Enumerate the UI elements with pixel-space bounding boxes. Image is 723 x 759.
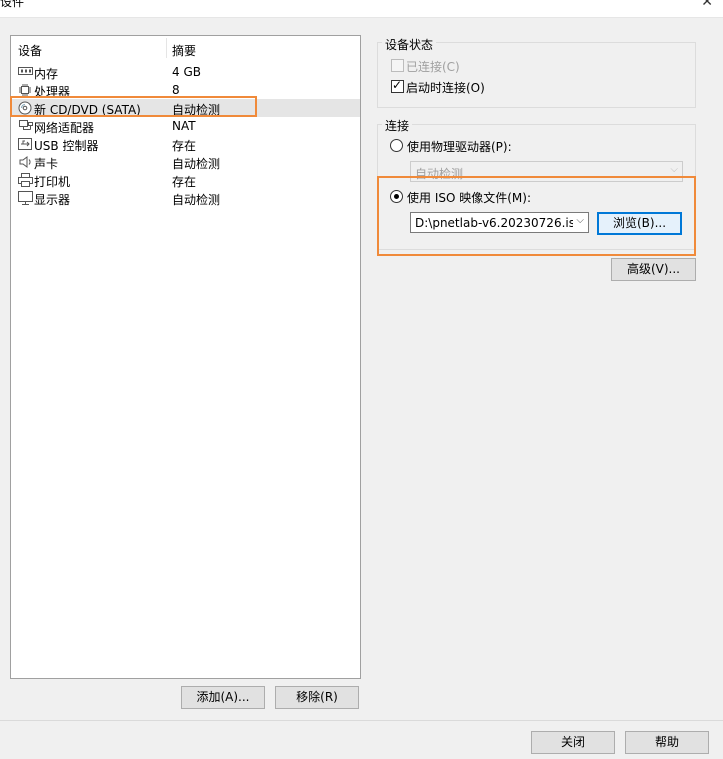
device-name: 打印机: [34, 175, 71, 189]
device-status-group-label: 设备状态: [382, 36, 437, 53]
device-summary: 8: [172, 83, 180, 97]
device-summary: 自动检测: [172, 193, 221, 207]
device-summary: 4 GB: [172, 65, 201, 79]
physical-drive-label: 使用物理驱动器(P):: [407, 140, 512, 154]
chevron-down-icon: ⌵: [670, 164, 678, 175]
device-name: 处理器: [34, 85, 71, 99]
device-name: 网络适配器: [34, 121, 95, 135]
device-row-memory[interactable]: 内存 4 GB: [11, 63, 360, 81]
add-device-button[interactable]: 添加(A)...: [181, 686, 265, 709]
device-name: 新 CD/DVD (SATA): [34, 103, 141, 117]
sound-card-icon: [17, 155, 33, 169]
network-adapter-icon: [17, 119, 33, 133]
device-row-network-adapter[interactable]: 网络适配器 NAT: [11, 117, 360, 135]
iso-image-label: 使用 ISO 映像文件(M):: [407, 191, 531, 205]
physical-drive-value: 自动检测: [415, 167, 464, 181]
help-button[interactable]: 帮助: [625, 731, 709, 754]
device-summary: NAT: [172, 119, 196, 133]
checkmark-icon: ✓: [392, 78, 403, 92]
device-summary: 自动检测: [172, 157, 221, 171]
memory-icon: [17, 65, 33, 79]
device-row-sound-card[interactable]: 声卡 自动检测: [11, 153, 360, 171]
device-summary: 存在: [172, 139, 197, 153]
footer-divider: [0, 720, 723, 721]
device-list[interactable]: 设备 摘要 内存 4 GB 处理器 8 新 CD/DVD (SATA) 自动检测…: [10, 35, 361, 679]
radio-selected-dot: [394, 194, 399, 199]
close-icon[interactable]: ✕: [701, 0, 713, 10]
device-row-printer[interactable]: 打印机 存在: [11, 171, 360, 189]
device-row-usb-controller[interactable]: USB 控制器 存在: [11, 135, 360, 153]
physical-drive-radio[interactable]: [390, 139, 403, 152]
title-bar: 设件 ✕: [0, 0, 723, 18]
browse-button[interactable]: 浏览(B)...: [597, 212, 682, 235]
column-header-summary: 摘要: [172, 44, 197, 58]
device-name: 内存: [34, 67, 59, 81]
close-button[interactable]: 关闭: [531, 731, 615, 754]
processor-icon: [17, 83, 33, 97]
connect-at-power-on-checkbox[interactable]: ✓: [391, 78, 404, 93]
window-title: 设件: [0, 0, 25, 9]
column-header-device: 设备: [18, 44, 43, 58]
device-name: 声卡: [34, 157, 59, 171]
device-row-display[interactable]: 显示器 自动检测: [11, 189, 360, 207]
device-summary: 存在: [172, 175, 197, 189]
iso-path-combobox[interactable]: D:\pnetlab-v6.20230726.iso ⌵: [410, 212, 589, 233]
iso-path-value: D:\pnetlab-v6.20230726.iso: [415, 216, 573, 230]
connected-checkbox[interactable]: [391, 59, 404, 72]
display-icon: [17, 191, 33, 205]
device-summary: 自动检测: [172, 103, 221, 117]
usb-controller-icon: [17, 137, 33, 151]
printer-icon: [17, 173, 33, 187]
device-name: 显示器: [34, 193, 71, 207]
column-separator: [166, 38, 167, 58]
device-name: USB 控制器: [34, 139, 99, 153]
device-list-header: 设备 摘要: [11, 36, 360, 60]
device-row-processor[interactable]: 处理器 8: [11, 81, 360, 99]
device-row-cd-dvd[interactable]: 新 CD/DVD (SATA) 自动检测: [11, 99, 360, 117]
connection-group-label: 连接: [382, 117, 413, 134]
cd-dvd-icon: [17, 101, 33, 115]
chevron-down-icon: ⌵: [576, 215, 584, 226]
iso-image-radio[interactable]: [390, 190, 403, 203]
connected-label: 已连接(C): [406, 60, 460, 74]
advanced-button[interactable]: 高级(V)...: [611, 258, 696, 281]
remove-device-button[interactable]: 移除(R): [275, 686, 359, 709]
physical-drive-select[interactable]: 自动检测 ⌵: [410, 161, 683, 182]
connect-at-power-on-label: 启动时连接(O): [406, 81, 485, 95]
